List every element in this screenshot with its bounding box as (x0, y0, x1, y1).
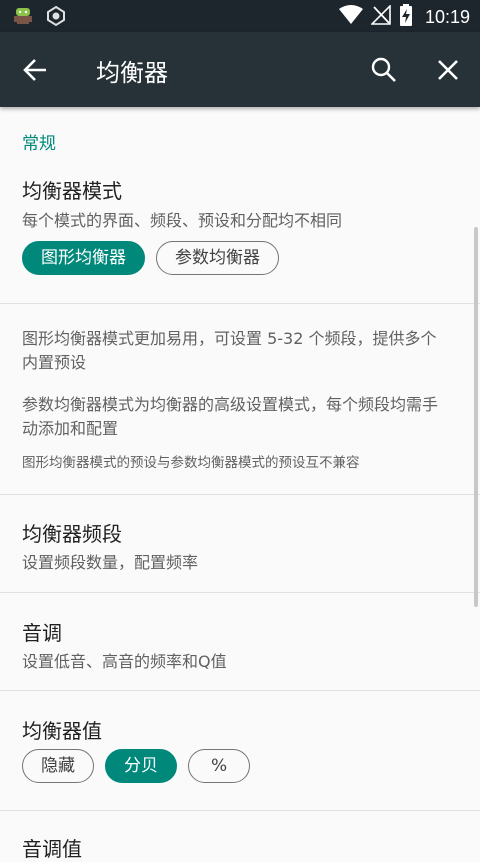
info-parametric-mode: 参数均衡器模式为均衡器的高级设置模式，每个频段均需手动添加和配置 (22, 395, 439, 438)
divider (0, 810, 480, 811)
android-debug-icon (12, 5, 34, 31)
equalizer-mode-summary: 每个模式的界面、频段、预设和分配均不相同 (22, 211, 343, 230)
chip-graphic-equalizer[interactable]: 图形均衡器 (22, 241, 145, 275)
clock: 10:19 (424, 6, 470, 27)
status-bar: 10:19 (0, 0, 480, 32)
no-signal-icon (370, 4, 391, 29)
scrollbar[interactable] (474, 227, 478, 607)
equalizer-bands-title[interactable]: 均衡器频段 (22, 518, 122, 547)
section-header-general: 常规 (22, 134, 56, 154)
divider (0, 303, 480, 304)
equalizer-mode-chips: 图形均衡器 参数均衡器 (22, 241, 279, 275)
app-toolbar: 均衡器 (0, 32, 480, 107)
equalizer-bands-summary: 设置频段数量，配置频率 (22, 553, 199, 572)
tone-values-title[interactable]: 音调值 (22, 833, 82, 862)
battery-charging-icon (399, 4, 413, 30)
info-compatibility-note: 图形均衡器模式的预设与参数均衡器模式的预设互不兼容 (22, 455, 360, 471)
app-notification-icon (44, 5, 68, 31)
divider (0, 494, 480, 495)
tone-summary: 设置低音、高音的频率和Q值 (22, 652, 227, 671)
chip-decibel[interactable]: 分贝 (105, 749, 177, 783)
info-graphic-mode: 图形均衡器模式更加易用，可设置 5-32 个频段，提供多个内置预设 (22, 329, 437, 372)
settings-list[interactable]: 常规 均衡器模式 每个模式的界面、频段、预设和分配均不相同 图形均衡器 参数均衡… (0, 107, 480, 861)
page-title: 均衡器 (96, 59, 168, 87)
chip-percent[interactable]: % (188, 749, 251, 783)
chip-hide[interactable]: 隐藏 (22, 749, 94, 783)
divider (0, 592, 480, 593)
equalizer-values-title: 均衡器值 (22, 719, 102, 743)
chip-parametric-equalizer[interactable]: 参数均衡器 (156, 241, 279, 275)
search-icon[interactable] (370, 56, 398, 84)
close-icon[interactable] (434, 56, 462, 84)
equalizer-values-chips: 隐藏 分贝 % (22, 749, 251, 783)
tone-title[interactable]: 音调 (22, 617, 62, 646)
arrow-back-icon[interactable] (22, 56, 50, 84)
divider (0, 690, 480, 691)
equalizer-mode-title: 均衡器模式 (22, 179, 122, 203)
wifi-icon (338, 5, 363, 29)
